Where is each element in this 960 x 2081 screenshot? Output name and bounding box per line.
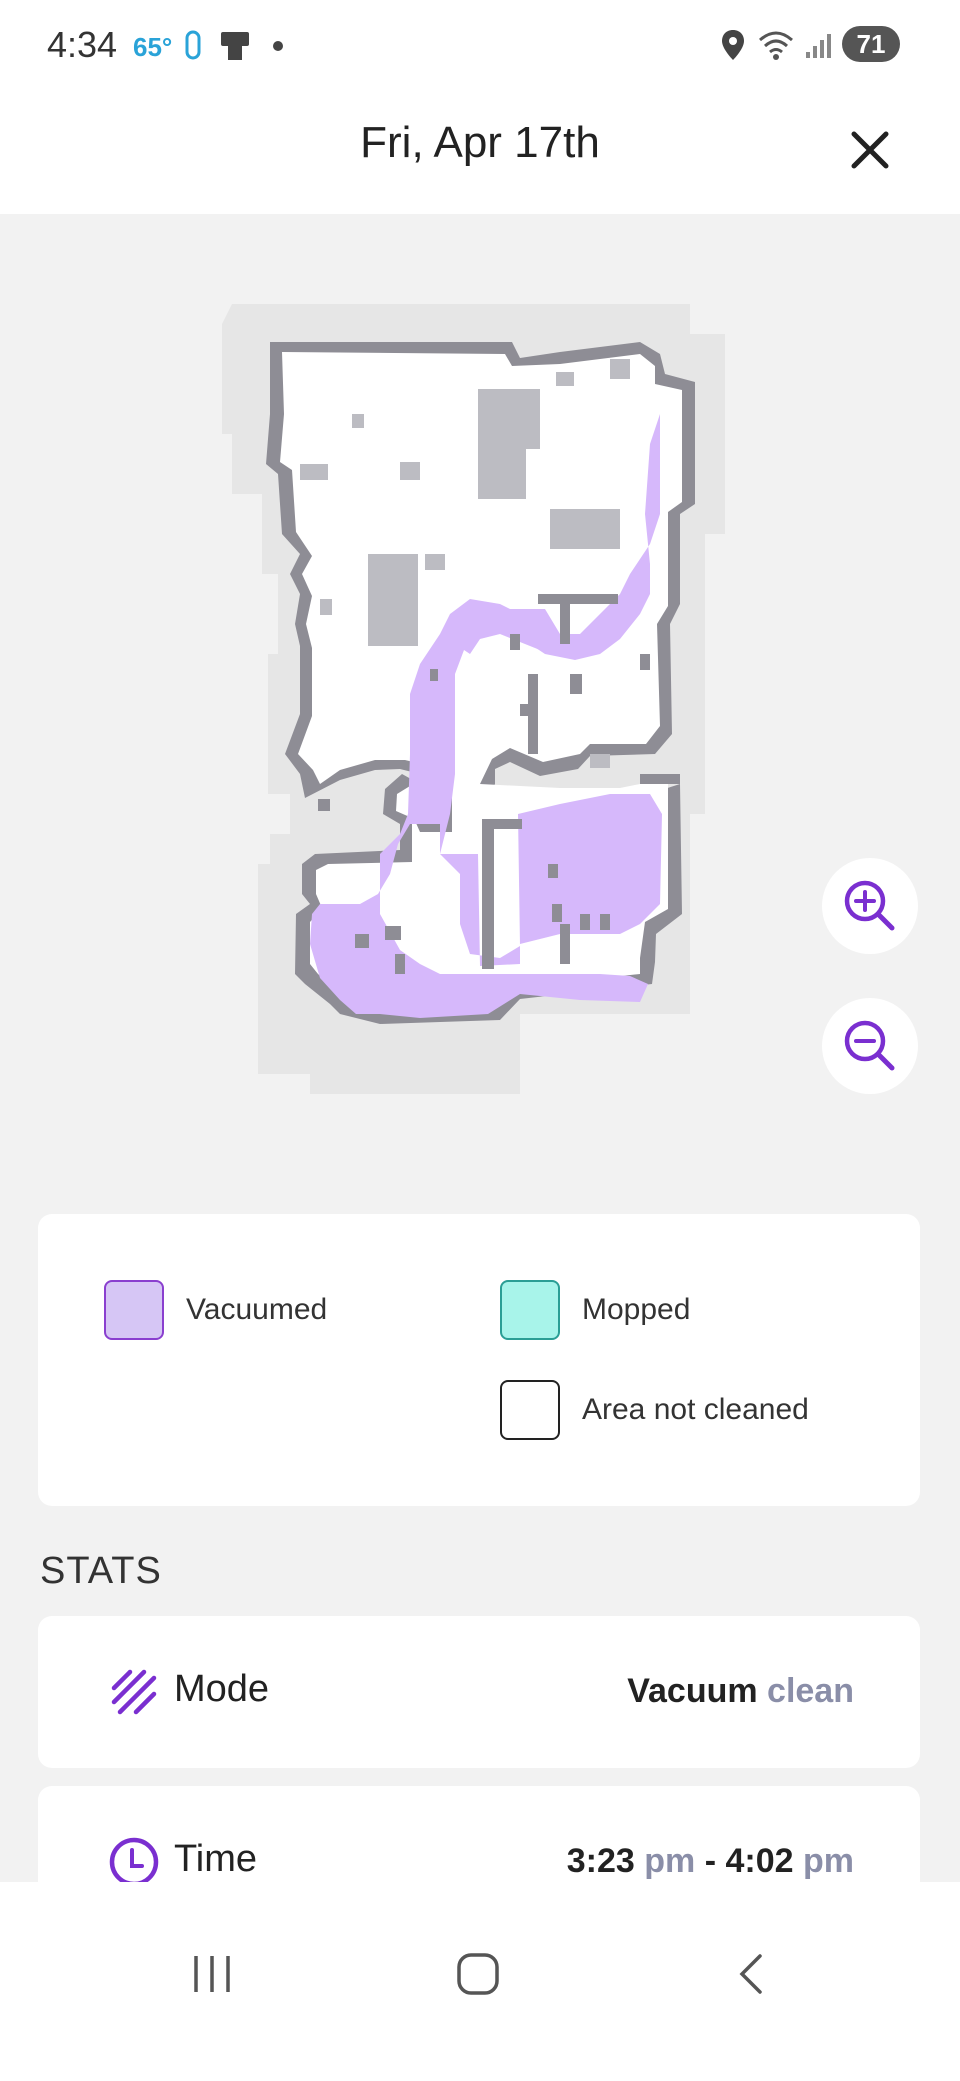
legend-mopped: Mopped [500,1280,690,1340]
stat-card-mode: Mode Vacuum clean [38,1616,920,1768]
stat-mode-value: Vacuum clean [627,1672,854,1711]
device-icon [221,32,249,60]
stat-mode-value-muted: clean [767,1672,854,1710]
location-icon [722,30,744,60]
zoom-in-icon [844,880,895,931]
legend-not-cleaned: Area not cleaned [500,1380,809,1440]
stat-time-label: Time [174,1838,258,1880]
legend-card: Vacuumed Mopped Area not cleaned [38,1214,920,1506]
status-bar: 4:34 65° 71 [0,0,960,90]
legend-mopped-label: Mopped [582,1293,691,1326]
vacuumed-swatch [104,1280,164,1340]
status-temperature: 65° [133,32,173,62]
stat-time-value: 3:23 pm - 4:02 pm [567,1842,854,1881]
stat-time-end-unit: pm [803,1842,854,1880]
close-icon[interactable] [846,126,894,174]
status-time: 4:34 [47,24,118,65]
clock-icon [109,1837,159,1887]
zoom-out-icon [844,1020,895,1071]
dot-icon [273,41,283,51]
oral-b-icon [185,30,201,60]
mopped-swatch [500,1280,560,1340]
battery-indicator: 71 [842,26,900,62]
page-title: Fri, Apr 17th [360,118,600,167]
legend-vacuumed-label: Vacuumed [186,1293,328,1326]
stats-section-title: STATS [40,1550,162,1592]
mode-icon [111,1669,157,1715]
recent-apps-icon[interactable] [190,1952,234,1996]
stat-time-separator: - [704,1842,717,1880]
system-nav-bar [0,1882,960,2081]
legend-vacuumed: Vacuumed [104,1280,327,1340]
stat-time-start-unit: pm [644,1842,696,1880]
zoom-in-button[interactable] [822,858,918,954]
not-cleaned-swatch [500,1380,560,1440]
zoom-out-button[interactable] [822,998,918,1094]
wifi-icon [759,31,793,60]
app-header: Fri, Apr 17th [0,90,960,214]
stat-time-end: 4:02 [725,1842,794,1880]
stat-time-start: 3:23 [566,1842,635,1880]
back-icon[interactable] [730,1952,774,1996]
legend-not-cleaned-label: Area not cleaned [582,1393,809,1426]
stat-mode-label: Mode [174,1668,270,1710]
stat-mode-value-strong: Vacuum [627,1672,758,1710]
signal-icon [806,34,831,58]
home-icon[interactable] [456,1952,500,1996]
clean-map [222,304,725,1094]
